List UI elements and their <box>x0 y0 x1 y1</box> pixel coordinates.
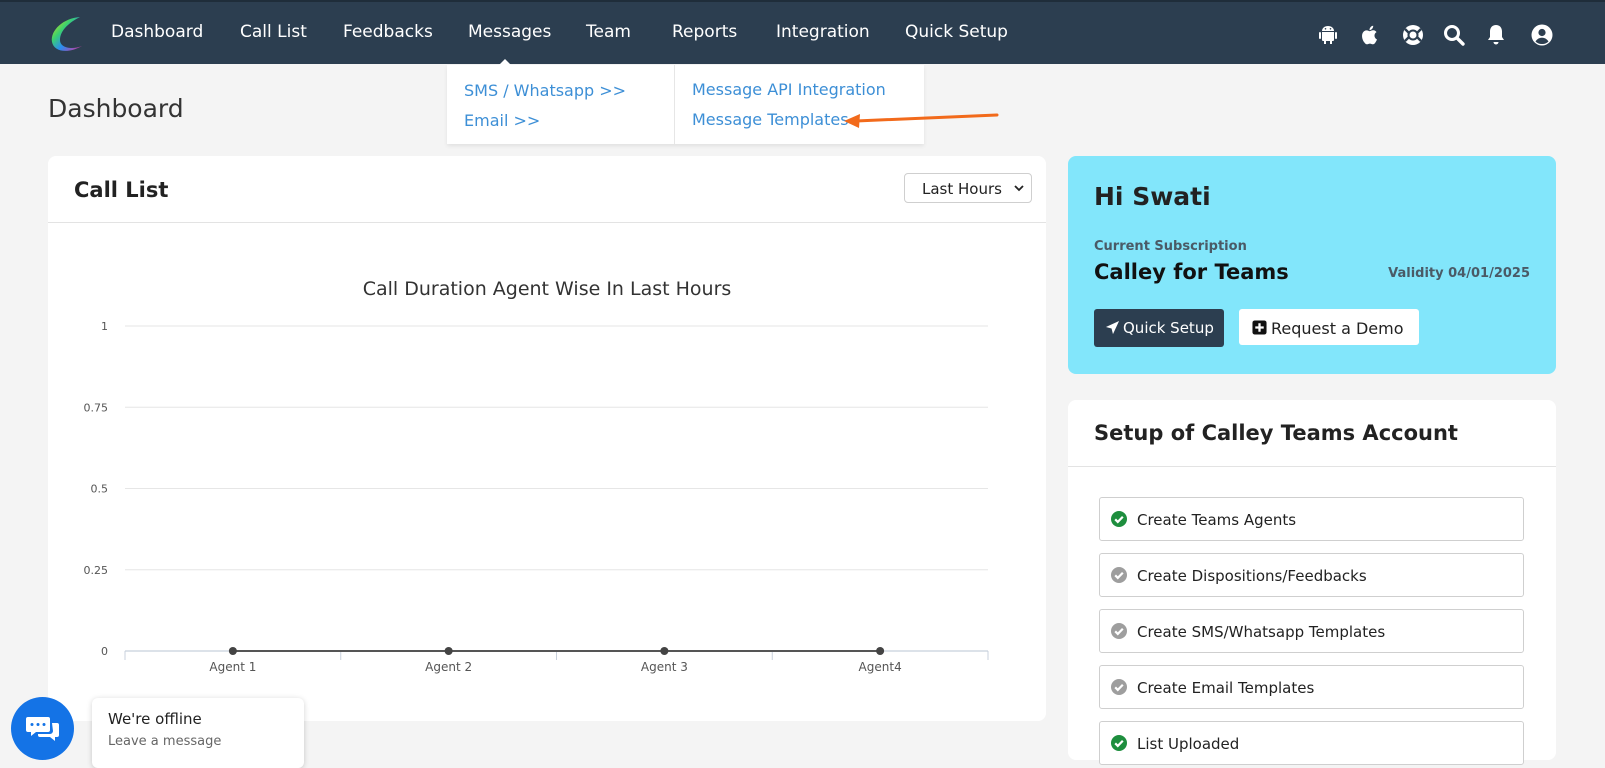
nav-integration[interactable]: Integration <box>776 22 870 42</box>
nav-messages[interactable]: Messages <box>468 22 551 42</box>
check-circle-icon <box>1111 623 1127 639</box>
setup-item[interactable]: Create SMS/Whatsapp Templates <box>1099 609 1524 653</box>
setup-item-label: Create Teams Agents <box>1137 511 1297 529</box>
data-point[interactable] <box>228 647 237 655</box>
y-tick-label: 1 <box>101 320 108 333</box>
setup-item-label: Create Dispositions/Feedbacks <box>1137 567 1367 585</box>
quick-setup-button[interactable]: Quick Setup <box>1094 309 1224 347</box>
setup-item[interactable]: Create Email Templates <box>1099 665 1524 709</box>
request-demo-label: Request a Demo <box>1271 319 1404 338</box>
setup-card: Setup of Calley Teams Account Create Tea… <box>1068 400 1556 765</box>
nav-reports[interactable]: Reports <box>672 22 737 42</box>
setup-item-label: Create SMS/Whatsapp Templates <box>1137 623 1386 641</box>
setup-item-label: List Uploaded <box>1137 735 1240 753</box>
menu-item-email[interactable]: Email >> <box>464 111 540 130</box>
y-tick-label: 0 <box>101 645 108 658</box>
notification-bell-icon[interactable] <box>1484 23 1508 47</box>
setup-item-label: Create Email Templates <box>1137 679 1315 697</box>
y-tick-label: 0.5 <box>91 483 109 496</box>
check-circle-icon <box>1111 567 1127 583</box>
check-circle-icon <box>1111 735 1127 751</box>
subscription-label: Current Subscription <box>1094 239 1247 254</box>
setup-title: Setup of Calley Teams Account <box>1094 421 1458 445</box>
x-tick-label: Agent4 <box>859 660 902 674</box>
subscription-plan: Calley for Teams <box>1094 260 1289 284</box>
page-title: Dashboard <box>48 94 184 123</box>
chart-title: Call Duration Agent Wise In Last Hours <box>363 278 732 300</box>
x-tick-label: Agent 2 <box>425 660 472 674</box>
nav-quick-setup[interactable]: Quick Setup <box>905 22 1008 42</box>
welcome-card: Hi Swati Current Subscription Calley for… <box>1068 156 1556 374</box>
top-navbar: Dashboard Call List Feedbacks Messages T… <box>0 0 1605 66</box>
menu-item-message-api-integration[interactable]: Message API Integration <box>692 80 886 99</box>
check-circle-icon <box>1111 679 1127 695</box>
check-circle-icon <box>1111 511 1127 527</box>
greeting: Hi Swati <box>1094 182 1211 211</box>
request-demo-button[interactable]: Request a Demo <box>1239 309 1419 345</box>
chat-status-subtitle: Leave a message <box>108 734 222 749</box>
nav-call-list[interactable]: Call List <box>240 22 307 42</box>
x-tick-label: Agent 1 <box>209 660 256 674</box>
help-lifebuoy-icon[interactable] <box>1401 23 1425 47</box>
chat-icon <box>26 717 59 741</box>
search-icon[interactable] <box>1442 23 1466 47</box>
nav-feedbacks[interactable]: Feedbacks <box>343 22 433 42</box>
data-point[interactable] <box>660 647 669 655</box>
nav-dashboard[interactable]: Dashboard <box>111 22 203 42</box>
y-tick-label: 0.75 <box>84 401 109 414</box>
setup-item[interactable]: Create Dispositions/Feedbacks <box>1099 553 1524 597</box>
calley-logo-icon[interactable] <box>46 12 90 56</box>
quick-setup-label: Quick Setup <box>1123 319 1214 337</box>
chat-offline-bubble[interactable]: We're offline Leave a message <box>92 698 304 768</box>
setup-item[interactable]: Create Teams Agents <box>1099 497 1524 541</box>
plus-square-icon <box>1252 320 1267 335</box>
x-tick-label: Agent 3 <box>641 660 688 674</box>
data-point[interactable] <box>444 647 453 655</box>
android-icon[interactable] <box>1316 23 1340 47</box>
setup-item[interactable]: List Uploaded <box>1099 721 1524 765</box>
y-tick-label: 0.25 <box>84 564 109 577</box>
menu-item-message-templates[interactable]: Message Templates <box>692 110 849 129</box>
apple-icon[interactable] <box>1358 23 1382 47</box>
subscription-validity: Validity 04/01/2025 <box>1388 266 1530 281</box>
annotation-arrow-icon <box>844 113 999 128</box>
location-arrow-icon <box>1105 320 1120 335</box>
dropdown-divider <box>674 65 675 144</box>
call-list-card: Call List Last Hours Call Duration Agent… <box>48 156 1046 721</box>
nav-team[interactable]: Team <box>586 22 631 42</box>
live-chat-button[interactable] <box>11 697 74 760</box>
menu-item-sms-whatsapp[interactable]: SMS / Whatsapp >> <box>464 81 626 100</box>
chat-status-title: We're offline <box>108 710 202 728</box>
card-header-divider <box>1068 466 1556 467</box>
user-account-icon[interactable] <box>1530 23 1554 47</box>
call-duration-chart: Call Duration Agent Wise In Last Hours 1… <box>84 278 989 674</box>
data-point[interactable] <box>876 647 885 655</box>
